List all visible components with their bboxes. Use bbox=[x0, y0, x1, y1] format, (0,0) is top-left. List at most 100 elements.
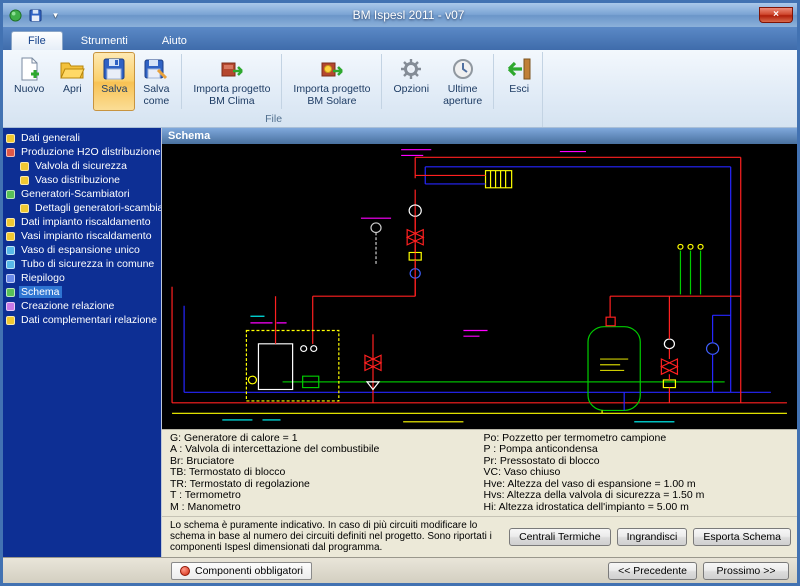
exit-icon bbox=[506, 56, 532, 82]
ribbon-separator bbox=[281, 54, 282, 109]
sidebar-item-vaso-di-espansione-unico[interactable]: Vaso di espansione unico bbox=[3, 243, 161, 257]
ribbon-button-importa-progetto-bm-clima[interactable]: Importa progettoBM Clima bbox=[186, 52, 277, 111]
save-as-icon bbox=[143, 56, 169, 82]
tree-item-icon bbox=[6, 288, 15, 297]
ribbon-button-apri[interactable]: Apri bbox=[51, 52, 93, 111]
app-window: ▾ BM Ispesl 2011 - v07 × FileStrumentiAi… bbox=[0, 0, 800, 586]
close-button[interactable]: × bbox=[759, 7, 793, 23]
ribbon-button-importa-progetto-bm-solare[interactable]: Importa progettoBM Solare bbox=[286, 52, 377, 111]
tabstrip: FileStrumentiAiuto bbox=[3, 27, 797, 50]
schema-canvas bbox=[162, 144, 797, 429]
sidebar-item-valvola-di-sicurezza[interactable]: Valvola di sicurezza bbox=[3, 159, 161, 173]
qat-dropdown-icon[interactable]: ▾ bbox=[47, 8, 64, 23]
legend-column-left: G: Generatore di calore = 1A : Valvola d… bbox=[170, 433, 476, 514]
sidebar-item-label: Dati generali bbox=[19, 132, 82, 144]
ribbon-button-label: BM Clima bbox=[209, 95, 255, 107]
ribbon-button-esci[interactable]: Esci bbox=[498, 52, 540, 111]
footer-bar: Componenti obbligatori << Precedente Pro… bbox=[3, 557, 797, 583]
ribbon-button-label: Salva bbox=[101, 83, 127, 95]
ribbon-button-label: Salva bbox=[143, 83, 169, 95]
sidebar-item-dettagli-generatori-scambiatori[interactable]: Dettagli generatori-scambiatori bbox=[3, 201, 161, 215]
ribbon-button-salva-come[interactable]: Salvacome bbox=[135, 52, 177, 111]
ingrandisci-button[interactable]: Ingrandisci bbox=[617, 528, 688, 546]
open-folder-icon bbox=[59, 56, 85, 82]
ribbon: NuovoApriSalvaSalvacomeImporta progettoB… bbox=[3, 50, 797, 128]
sidebar-item-label: Generatori-Scambiatori bbox=[19, 188, 132, 200]
ribbon-button-label: Ultime bbox=[448, 83, 478, 95]
ribbon-button-opzioni[interactable]: Opzioni bbox=[386, 52, 436, 111]
ribbon-button-label: Opzioni bbox=[393, 83, 429, 95]
ribbon-button-nuovo[interactable]: Nuovo bbox=[7, 52, 51, 111]
tab-strumenti[interactable]: Strumenti bbox=[65, 32, 144, 50]
sidebar-item-label: Vaso distribuzione bbox=[33, 174, 122, 186]
sidebar-item-label: Produzione H2O distribuzione bbox=[19, 146, 161, 158]
app-icon[interactable] bbox=[7, 8, 24, 23]
sidebar-item-riepilogo[interactable]: Riepilogo bbox=[3, 271, 161, 285]
sidebar-item-creazione-relazione[interactable]: Creazione relazione bbox=[3, 299, 161, 313]
sidebar-item-label: Creazione relazione bbox=[19, 300, 116, 312]
centrali-termiche-button[interactable]: Centrali Termiche bbox=[509, 528, 611, 546]
tree-item-icon bbox=[20, 204, 29, 213]
sidebar-item-label: Schema bbox=[19, 286, 62, 298]
ribbon-button-label: aperture bbox=[443, 95, 482, 107]
sidebar-item-label: Valvola di sicurezza bbox=[33, 160, 129, 172]
import-clima-icon bbox=[219, 56, 245, 82]
sidebar-item-produzione-h2o-distribuzione[interactable]: Produzione H2O distribuzione bbox=[3, 145, 161, 159]
previous-button[interactable]: << Precedente bbox=[608, 562, 697, 580]
titlebar: ▾ BM Ispesl 2011 - v07 × bbox=[3, 3, 797, 27]
ribbon-button-label: BM Solare bbox=[307, 95, 356, 107]
sidebar-item-generatori-scambiatori[interactable]: Generatori-Scambiatori bbox=[3, 187, 161, 201]
quick-save-icon[interactable] bbox=[27, 8, 44, 23]
new-document-icon bbox=[16, 56, 42, 82]
sidebar-item-vaso-distribuzione[interactable]: Vaso distribuzione bbox=[3, 173, 161, 187]
sidebar-item-label: Riepilogo bbox=[19, 272, 67, 284]
sidebar-item-label: Vaso di espansione unico bbox=[19, 244, 142, 256]
ribbon-group-label: File bbox=[7, 111, 540, 127]
ribbon-separator bbox=[381, 54, 382, 109]
window-title: BM Ispesl 2011 - v07 bbox=[64, 8, 753, 22]
ribbon-button-ultime-aperture[interactable]: Ultimeaperture bbox=[436, 52, 489, 111]
sidebar-item-schema[interactable]: Schema bbox=[3, 285, 161, 299]
sidebar-item-tubo-di-sicurezza-in-comune[interactable]: Tubo di sicurezza in comune bbox=[3, 257, 161, 271]
legend-line: A : Valvola di intercettazione del combu… bbox=[170, 444, 476, 456]
tree-item-icon bbox=[6, 246, 15, 255]
tree-item-icon bbox=[6, 232, 15, 241]
recent-icon bbox=[450, 56, 476, 82]
schema-legend: G: Generatore di calore = 1A : Valvola d… bbox=[162, 429, 797, 517]
esporta-schema-button[interactable]: Esporta Schema bbox=[693, 528, 791, 546]
mandatory-icon bbox=[180, 566, 190, 576]
schema-action-buttons: Centrali Termiche Ingrandisci Esporta Sche… bbox=[509, 528, 791, 546]
ribbon-separator bbox=[181, 54, 182, 109]
sidebar-item-vasi-impianto-riscaldamento[interactable]: Vasi impianto riscaldamento bbox=[3, 229, 161, 243]
tab-aiuto[interactable]: Aiuto bbox=[146, 32, 203, 50]
content-panel: Schema bbox=[161, 128, 797, 557]
ribbon-button-label: Importa progetto bbox=[193, 83, 270, 95]
ribbon-button-salva[interactable]: Salva bbox=[93, 52, 135, 111]
tree-item-icon bbox=[6, 274, 15, 283]
main-body: Dati generali Produzione H2O distribuzion… bbox=[3, 128, 797, 557]
legend-column-right: Po: Pozzetto per termometro campioneP : … bbox=[484, 433, 790, 514]
sidebar-item-label: Dati impianto riscaldamento bbox=[19, 216, 153, 228]
ribbon-button-label: Apri bbox=[63, 83, 82, 95]
sidebar-item-label: Vasi impianto riscaldamento bbox=[19, 230, 154, 242]
tree-item-icon bbox=[6, 190, 15, 199]
ribbon-button-label: Importa progetto bbox=[293, 83, 370, 95]
mandatory-components-button[interactable]: Componenti obbligatori bbox=[171, 562, 312, 580]
next-button[interactable]: Prossimo >> bbox=[703, 562, 789, 580]
tab-file[interactable]: File bbox=[11, 31, 63, 50]
legend-line: VC: Vaso chiuso bbox=[484, 467, 790, 479]
import-solare-icon bbox=[319, 56, 345, 82]
sidebar-item-dati-generali[interactable]: Dati generali bbox=[3, 131, 161, 145]
close-icon: × bbox=[773, 10, 779, 20]
sidebar-item-dati-impianto-riscaldamento[interactable]: Dati impianto riscaldamento bbox=[3, 215, 161, 229]
ribbon-button-label: Esci bbox=[509, 83, 529, 95]
legend-line: Hi: Altezza idrostatica dell'impianto = … bbox=[484, 502, 790, 514]
tree-item-icon bbox=[6, 218, 15, 227]
tree-item-icon bbox=[6, 134, 15, 143]
tree-item-icon bbox=[6, 260, 15, 269]
sidebar-item-label: Dati complementari relazione bbox=[19, 314, 159, 326]
legend-line: M : Manometro bbox=[170, 502, 476, 514]
schema-drawing bbox=[162, 144, 797, 429]
sidebar-item-dati-complementari-relazione[interactable]: Dati complementari relazione bbox=[3, 313, 161, 327]
save-icon bbox=[101, 56, 127, 82]
